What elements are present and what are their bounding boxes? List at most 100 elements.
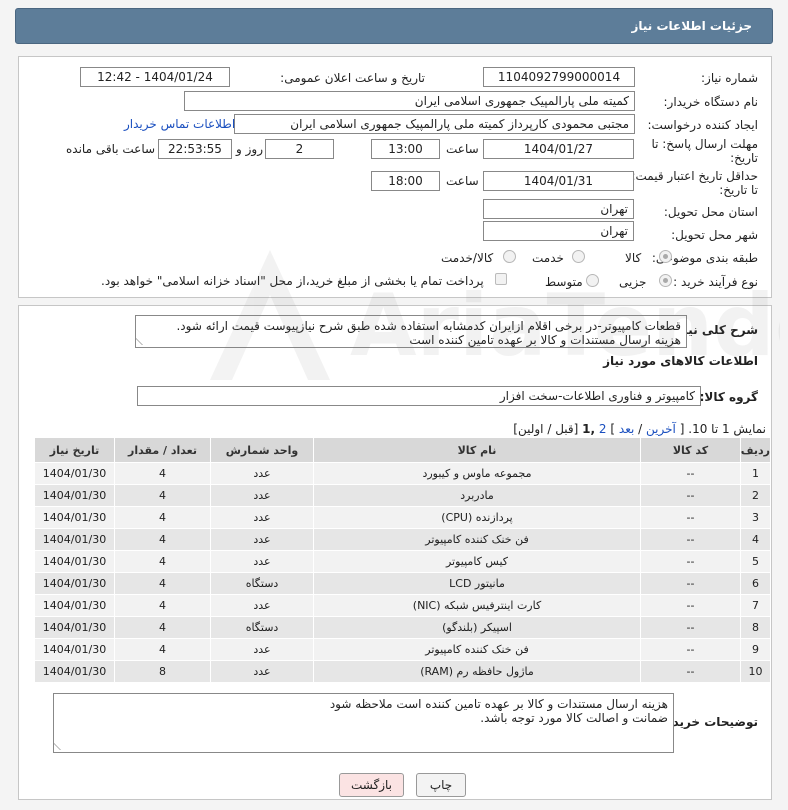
category-option-goods: کالا	[625, 251, 642, 265]
process-option-minor: جزیی	[619, 275, 647, 289]
table-cell: --	[640, 594, 741, 617]
paging-bracket-close: ]	[610, 422, 616, 436]
table-cell: 4	[114, 572, 211, 595]
category-radio-service[interactable]	[572, 250, 585, 263]
table-cell: 3	[740, 506, 771, 529]
table-cell: 4	[114, 506, 211, 529]
column-header: واحد شمارش	[210, 437, 314, 463]
table-cell: عدد	[210, 528, 314, 551]
table-cell: دستگاه	[210, 572, 314, 595]
process-radio-minor[interactable]	[659, 274, 672, 287]
table-cell: عدد	[210, 594, 314, 617]
paging-page-2-link[interactable]: 2	[599, 422, 607, 436]
remaining-word: ساعت باقی مانده	[66, 142, 156, 156]
need-details-page: جزئیات اطلاعات نیاز شماره نیاز: 11040927…	[0, 0, 788, 810]
treasury-checkbox[interactable]	[495, 273, 507, 285]
description-line-2: هزینه ارسال مستندات و کالا بر عهده تامین…	[409, 333, 681, 347]
table-row: 7 -- کارت اینترفیس شبکه (NIC) عدد 4 1404/01/3…	[34, 594, 771, 617]
table-row: 9 -- فن خنک کننده کامپیوتر عدد 4 1404/01/30	[34, 638, 771, 661]
need-number-label: شماره نیاز:	[701, 71, 758, 85]
deadline-label: مهلت ارسال پاسخ: تا	[651, 137, 758, 151]
page-header: جزئیات اطلاعات نیاز	[15, 8, 773, 44]
table-cell: 10	[740, 660, 771, 683]
paging-summary: نمایش 1 تا 10.	[688, 422, 766, 436]
days-word: روز و	[236, 142, 263, 156]
table-cell: عدد	[210, 550, 314, 573]
table-row: 1 -- مجموعه ماوس و کیبورد عدد 4 1404/01/30	[34, 462, 771, 485]
table-cell: 1404/01/30	[34, 506, 115, 529]
table-row: 5 -- کیس کامپیوتر عدد 4 1404/01/30	[34, 550, 771, 573]
validity-time-word: ساعت	[446, 174, 479, 188]
page-title: جزئیات اطلاعات نیاز	[631, 19, 752, 33]
table-cell: --	[640, 638, 741, 661]
column-header: تاریخ نیاز	[34, 437, 115, 463]
table-cell: عدد	[210, 638, 314, 661]
table-cell: --	[640, 528, 741, 551]
back-button[interactable]: بازگشت	[339, 773, 404, 797]
table-cell: 9	[740, 638, 771, 661]
goods-table-header: ردیف کد کالا نام کالا واحد شمارش تعداد / مقد…	[34, 437, 771, 463]
resize-grip-icon[interactable]	[54, 742, 68, 750]
table-cell: 4	[114, 594, 211, 617]
table-cell: اسپیکر (بلندگو)	[313, 616, 641, 639]
print-button[interactable]: چاپ	[416, 773, 466, 797]
table-cell: 1404/01/30	[34, 616, 115, 639]
table-cell: --	[640, 506, 741, 529]
deadline-date-field: 1404/01/27	[483, 139, 634, 159]
goods-section-title: اطلاعات کالاهای مورد نیاز	[603, 354, 758, 368]
need-number-field: 1104092799000014	[483, 67, 635, 87]
buyer-notes-line-1: هزینه ارسال مستندات و کالا بر عهده تامین…	[329, 697, 668, 711]
category-radio-goods[interactable]	[659, 250, 672, 263]
paging-next-link[interactable]: بعد	[619, 422, 634, 436]
table-cell: 4	[114, 484, 211, 507]
table-cell: --	[640, 484, 741, 507]
process-radio-medium[interactable]	[586, 274, 599, 287]
delivery-province-field: تهران	[483, 199, 634, 219]
table-cell: کارت اینترفیس شبکه (NIC)	[313, 594, 641, 617]
paging-last-link[interactable]: آخرین	[646, 422, 676, 436]
table-row: 3 -- پردازنده (CPU) عدد 4 1404/01/30	[34, 506, 771, 529]
table-cell: 7	[740, 594, 771, 617]
announce-datetime-field: 1404/01/24 - 12:42	[80, 67, 230, 87]
table-cell: 4	[114, 550, 211, 573]
category-radio-goods-service[interactable]	[503, 250, 516, 263]
buyer-contact-link[interactable]: اطلاعات تماس خریدار	[124, 117, 235, 131]
table-cell: مادربرد	[313, 484, 641, 507]
validity-label-2: تا تاریخ:	[719, 183, 758, 197]
table-cell: عدد	[210, 660, 314, 683]
table-cell: 4	[740, 528, 771, 551]
table-cell: 6	[740, 572, 771, 595]
table-cell: 1404/01/30	[34, 572, 115, 595]
deadline-label-2: تاریخ:	[730, 151, 758, 165]
table-cell: 5	[740, 550, 771, 573]
table-cell: --	[640, 660, 741, 683]
table-cell: پردازنده (CPU)	[313, 506, 641, 529]
table-cell: عدد	[210, 484, 314, 507]
table-cell: 4	[114, 528, 211, 551]
requester-label: ایجاد کننده درخواست:	[647, 118, 758, 132]
table-row: 4 -- فن خنک کننده کامپیوتر عدد 4 1404/01/30	[34, 528, 771, 551]
goods-table: ردیف کد کالا نام کالا واحد شمارش تعداد / مقد…	[34, 437, 771, 683]
paging-current-page: ,1	[582, 422, 596, 436]
table-cell: --	[640, 572, 741, 595]
description-textarea[interactable]: قطعات کامپیوتر-در برخی اقلام ازایران کدم…	[135, 315, 687, 348]
table-cell: 2	[740, 484, 771, 507]
goods-group-field: کامپیوتر و فناوری اطلاعات-سخت افزار	[137, 386, 701, 406]
buyer-notes-textarea[interactable]: هزینه ارسال مستندات و کالا بر عهده تامین…	[53, 693, 674, 753]
table-cell: 8	[740, 616, 771, 639]
table-cell: عدد	[210, 462, 314, 485]
table-cell: کیس کامپیوتر	[313, 550, 641, 573]
table-cell: 4	[114, 462, 211, 485]
table-cell: --	[640, 616, 741, 639]
description-line-1: قطعات کامپیوتر-در برخی اقلام ازایران کدم…	[176, 319, 681, 333]
category-option-goods-service: کالا/خدمت	[441, 251, 494, 265]
treasury-note: پرداخت تمام یا بخشی از مبلغ خرید،از محل …	[101, 274, 484, 288]
table-cell: --	[640, 550, 741, 573]
table-cell: 1404/01/30	[34, 594, 115, 617]
column-header: تعداد / مقدار	[114, 437, 211, 463]
table-row: 8 -- اسپیکر (بلندگو) دستگاه 4 1404/01/30	[34, 616, 771, 639]
validity-date-field: 1404/01/31	[483, 171, 634, 191]
category-option-service: خدمت	[532, 251, 564, 265]
table-cell: فن خنک کننده کامپیوتر	[313, 638, 641, 661]
buyer-org-field: کمیته ملی پارالمپیک جمهوری اسلامی ایران	[184, 91, 635, 111]
